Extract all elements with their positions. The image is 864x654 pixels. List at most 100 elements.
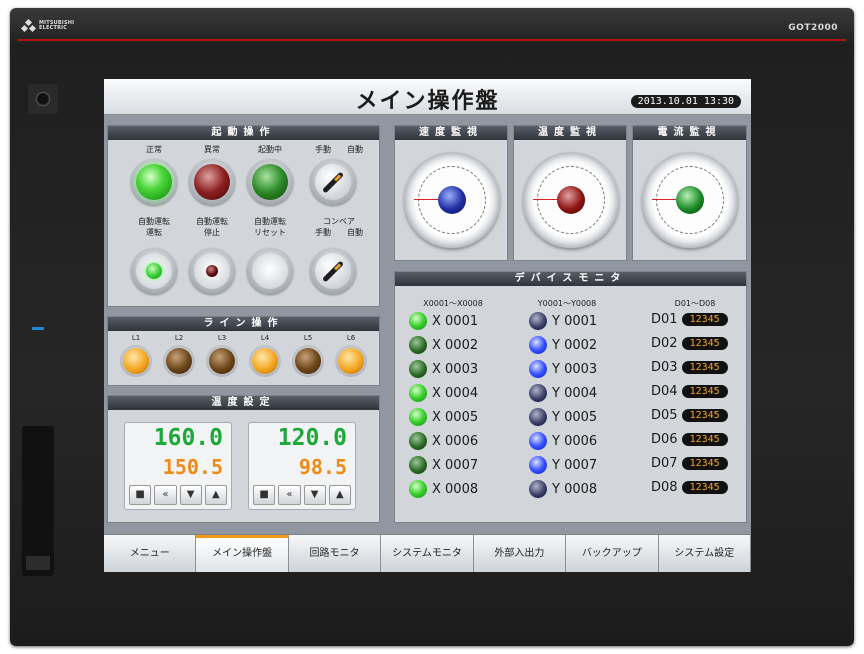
- d-device-row: D02 12345: [651, 336, 728, 351]
- line-lamp-l5[interactable]: [292, 345, 324, 377]
- status-lamp-icon: [529, 384, 547, 402]
- auto-run-button[interactable]: [131, 248, 177, 294]
- speed-gauge: [404, 152, 500, 248]
- device-label: X 0002: [432, 337, 479, 353]
- line-label: L4: [260, 334, 270, 342]
- power-led: [32, 327, 44, 330]
- x-column-header: X0001～X0008: [423, 299, 483, 308]
- device-label: D01: [651, 312, 678, 327]
- device-label: D08: [651, 480, 678, 495]
- status-lamp-icon: [409, 336, 427, 354]
- x-device-row: X 0003: [409, 360, 478, 378]
- auto-stop-button[interactable]: [189, 248, 235, 294]
- status-lamp-icon: [529, 336, 547, 354]
- device-label: D06: [651, 432, 678, 447]
- device-label: X 0003: [432, 361, 479, 377]
- line-label: L1: [131, 334, 141, 342]
- temperature-setting-panel: 温度設定 160.0 150.5 ■ « ▼ ▲ 120.0 98.5 ■ « …: [107, 395, 380, 523]
- up-button[interactable]: ▲: [328, 485, 351, 505]
- d-device-row: D07 12345: [651, 456, 728, 471]
- line-lamp-l6[interactable]: [335, 345, 367, 377]
- line-lamp-l2[interactable]: [163, 345, 195, 377]
- temperature-monitor-panel: 温度監視: [513, 125, 627, 261]
- device-label: Y 0004: [552, 385, 598, 401]
- x-device-row: X 0002: [409, 336, 478, 354]
- auto-stop-label: 自動運転 停止: [196, 217, 228, 237]
- stop-indicator-icon: [206, 265, 218, 277]
- mode-selector-switch[interactable]: [310, 159, 356, 205]
- up-button[interactable]: ▲: [204, 485, 227, 505]
- device-label: D04: [651, 384, 678, 399]
- tab-4[interactable]: 外部入出力: [473, 535, 567, 572]
- x-device-row: X 0004: [409, 384, 478, 402]
- d-device-row: D08 12345: [651, 480, 728, 495]
- model-label: GOT2000: [788, 23, 838, 33]
- title-bar: メイン操作盤 2013.10.01 13:30: [104, 79, 751, 115]
- temp-set-value[interactable]: 160.0: [154, 425, 223, 451]
- rewind-button[interactable]: «: [278, 485, 301, 505]
- device-label: D02: [651, 336, 678, 351]
- auto-reset-button[interactable]: [247, 248, 293, 294]
- status-lamp-icon: [409, 456, 427, 474]
- register-value: 12345: [681, 337, 728, 350]
- y-device-row: Y 0003: [529, 360, 597, 378]
- line-lamp-l4[interactable]: [249, 345, 281, 377]
- auto-run-label: 自動運転 運転: [138, 217, 170, 237]
- conveyor-selector-switch[interactable]: [310, 248, 356, 294]
- device-label: X 0004: [432, 385, 479, 401]
- device-label: Y 0001: [552, 313, 598, 329]
- x-device-row: X 0006: [409, 432, 478, 450]
- panel-title: 電流監視: [633, 126, 746, 140]
- down-button[interactable]: ▼: [179, 485, 202, 505]
- y-device-row: Y 0002: [529, 336, 597, 354]
- panel-title: 速度監視: [395, 126, 507, 140]
- device-label: X 0008: [432, 481, 479, 497]
- temperature-gauge: [523, 152, 619, 248]
- temp-box-2: 120.0 98.5 ■ « ▼ ▲: [248, 422, 356, 510]
- x-device-row: X 0008: [409, 480, 478, 498]
- register-value: 12345: [681, 385, 728, 398]
- hmi-screen: メイン操作盤 2013.10.01 13:30 起動操作 正常 異常 起動中 手…: [104, 79, 751, 572]
- y-device-row: Y 0007: [529, 456, 597, 474]
- line-lamp-l3[interactable]: [206, 345, 238, 377]
- tab-2[interactable]: 回路モニタ: [288, 535, 382, 572]
- tab-5[interactable]: バックアップ: [566, 535, 659, 572]
- tab-6[interactable]: システム設定: [658, 535, 751, 572]
- current-gauge: [642, 152, 738, 248]
- status-lamp-icon: [409, 408, 427, 426]
- d-device-row: D05 12345: [651, 408, 728, 423]
- datetime-display: 2013.10.01 13:30: [630, 95, 741, 108]
- key-switch-icon: [35, 91, 51, 107]
- down-button[interactable]: ▼: [303, 485, 326, 505]
- x-device-row: X 0005: [409, 408, 478, 426]
- device-label: Y 0006: [552, 433, 598, 449]
- line-lamp-l1[interactable]: [120, 345, 152, 377]
- tab-1[interactable]: メイン操作盤: [196, 535, 289, 572]
- device-label: Y 0003: [552, 361, 598, 377]
- x-device-row: X 0007: [409, 456, 478, 474]
- tab-3[interactable]: システムモニタ: [381, 535, 474, 572]
- diamond-logo-icon: [20, 18, 37, 33]
- speed-monitor-panel: 速度監視: [394, 125, 508, 261]
- current-monitor-panel: 電流監視: [632, 125, 747, 261]
- device-label: D03: [651, 360, 678, 375]
- d-device-row: D01 12345: [651, 312, 728, 327]
- stop-button[interactable]: ■: [253, 485, 276, 505]
- device-label: X 0006: [432, 433, 479, 449]
- stop-button[interactable]: ■: [129, 485, 152, 505]
- device-label: X 0005: [432, 409, 479, 425]
- d-device-row: D03 12345: [651, 360, 728, 375]
- temp-set-value[interactable]: 120.0: [278, 425, 347, 451]
- running-lamp: [247, 159, 293, 205]
- rewind-button[interactable]: «: [154, 485, 177, 505]
- key-switch[interactable]: [28, 84, 58, 114]
- brand-text: MITSUBISHI ELECTRIC: [39, 20, 75, 31]
- line-label: L3: [217, 334, 227, 342]
- y-device-row: Y 0004: [529, 384, 597, 402]
- y-column-header: Y0001～Y0008: [537, 299, 597, 308]
- status-lamp-icon: [529, 312, 547, 330]
- d-device-row: D06 12345: [651, 432, 728, 447]
- tab-0[interactable]: メニュー: [104, 535, 197, 572]
- slot-cap: [26, 556, 50, 570]
- auto-reset-label: 自動運転 リセット: [254, 217, 286, 237]
